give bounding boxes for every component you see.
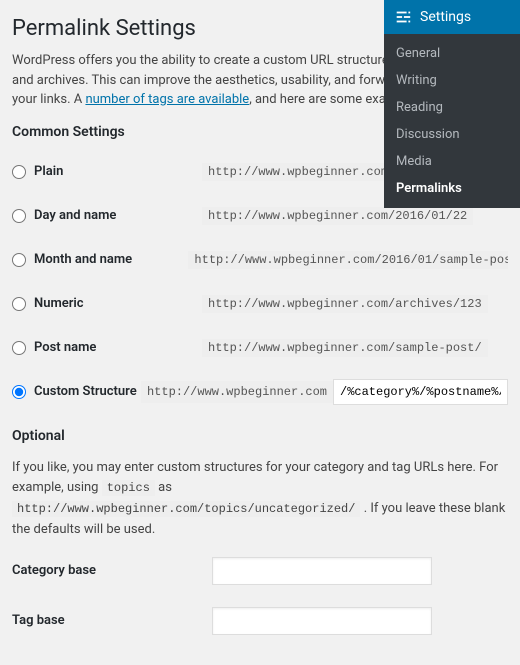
option-post-name[interactable]: Post name <box>12 340 202 355</box>
tag-base-row: Tag base <box>12 607 508 635</box>
optional-code-url: http://www.wpbeginner.com/topics/uncateg… <box>12 501 360 517</box>
option-custom[interactable]: Custom Structure <box>12 384 141 399</box>
option-label: Month and name <box>34 252 132 267</box>
radio-day-name[interactable] <box>12 209 26 223</box>
example-numeric: http://www.wpbeginner.com/archives/123 <box>202 295 488 313</box>
radio-post-name[interactable] <box>12 341 26 355</box>
radio-plain[interactable] <box>12 165 26 179</box>
tag-base-input[interactable] <box>212 607 432 635</box>
menu-header-settings[interactable]: Settings <box>384 0 520 34</box>
submenu-item-reading[interactable]: Reading <box>384 94 520 121</box>
submenu-item-general[interactable]: General <box>384 40 520 67</box>
submenu-item-writing[interactable]: Writing <box>384 67 520 94</box>
custom-structure-input[interactable] <box>333 379 508 405</box>
optional-heading: Optional <box>12 428 508 444</box>
radio-custom[interactable] <box>12 385 26 399</box>
option-day-name[interactable]: Day and name <box>12 208 202 223</box>
submenu-item-media[interactable]: Media <box>384 148 520 175</box>
option-label: Plain <box>34 164 63 179</box>
intro-text-after: , and here are some exam <box>249 92 397 107</box>
optional-code-topics: topics <box>102 480 155 496</box>
option-month-name[interactable]: Month and name <box>12 252 188 267</box>
menu-header-label: Settings <box>420 9 471 25</box>
optional-description: If you like, you may enter custom struct… <box>12 458 508 541</box>
admin-settings-menu: Settings General Writing Reading Discuss… <box>384 0 520 208</box>
option-numeric[interactable]: Numeric <box>12 296 202 311</box>
example-month-name: http://www.wpbeginner.com/2016/01/sample… <box>188 251 508 269</box>
submenu-item-discussion[interactable]: Discussion <box>384 121 520 148</box>
settings-submenu: General Writing Reading Discussion Media… <box>384 34 520 208</box>
option-plain[interactable]: Plain <box>12 164 202 179</box>
option-row-post-name: Post name http://www.wpbeginner.com/samp… <box>12 330 508 366</box>
optional-desc-text2: as <box>155 480 172 495</box>
optional-desc-text: If you like, you may enter custom struct… <box>12 460 498 496</box>
option-row-numeric: Numeric http://www.wpbeginner.com/archiv… <box>12 286 508 322</box>
option-label: Custom Structure <box>34 384 137 399</box>
settings-icon <box>394 8 412 26</box>
example-day-name: http://www.wpbeginner.com/2016/01/22 <box>202 207 473 225</box>
tag-base-label: Tag base <box>12 613 212 628</box>
example-post-name: http://www.wpbeginner.com/sample-post/ <box>202 339 488 357</box>
submenu-item-permalinks[interactable]: Permalinks <box>384 175 520 202</box>
category-base-label: Category base <box>12 563 212 578</box>
option-row-custom: Custom Structure http://www.wpbeginner.c… <box>12 374 508 410</box>
option-label: Day and name <box>34 208 116 223</box>
radio-month-name[interactable] <box>12 253 26 267</box>
option-label: Post name <box>34 340 96 355</box>
category-base-row: Category base <box>12 557 508 585</box>
custom-base-url: http://www.wpbeginner.com <box>141 381 333 403</box>
tags-available-link[interactable]: number of tags are available <box>85 92 249 107</box>
option-label: Numeric <box>34 296 84 311</box>
option-row-month-name: Month and name http://www.wpbeginner.com… <box>12 242 508 278</box>
radio-numeric[interactable] <box>12 297 26 311</box>
category-base-input[interactable] <box>212 557 432 585</box>
